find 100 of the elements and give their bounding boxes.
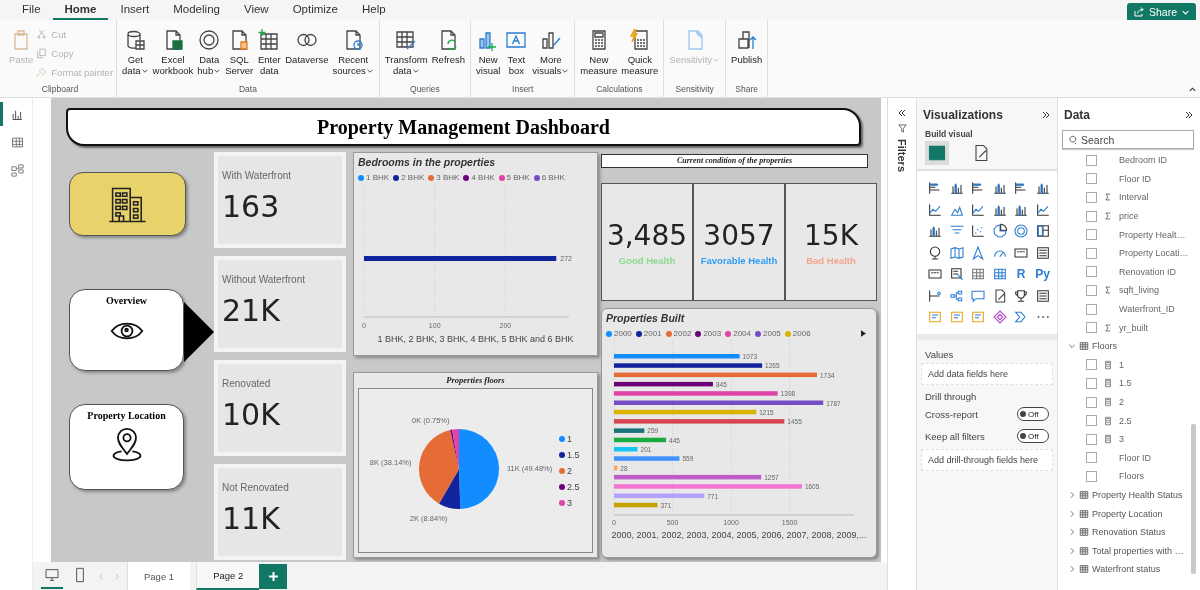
search-field[interactable]: Search [1062, 130, 1194, 149]
ribbon-button[interactable]: Enter data [255, 26, 284, 84]
visual-type-button[interactable]: R [1016, 267, 1026, 282]
legend-item[interactable]: 2002 [665, 329, 692, 338]
ribbon-button[interactable]: Publish [729, 26, 765, 84]
ribbon-button[interactable]: SQL Server [223, 26, 256, 84]
field-item[interactable]: 2 [1058, 392, 1200, 412]
drill-through-field[interactable]: Add drill-through fields here [921, 448, 1053, 471]
chevron-right-icon[interactable] [1068, 546, 1076, 555]
treemap-icon[interactable] [1034, 223, 1051, 240]
table-item[interactable]: Property Location [1058, 504, 1200, 523]
ribbon-button[interactable]: Get data [120, 26, 151, 84]
legend-item[interactable]: 4 BHK [463, 173, 495, 182]
checkbox[interactable] [1086, 247, 1097, 259]
ribbon-button[interactable]: Data hub [195, 26, 224, 84]
menu-tab[interactable]: View [231, 1, 281, 20]
column-chart-icon[interactable] [927, 223, 943, 240]
checkbox[interactable] [1086, 433, 1097, 445]
table-item[interactable]: Property Health Status [1058, 485, 1200, 505]
diamond-icon[interactable] [991, 309, 1008, 326]
ribbon-button[interactable]: Transform data [382, 26, 430, 84]
ribbon-button[interactable]: Dataverse [283, 26, 331, 84]
kpi-icon[interactable] [927, 287, 943, 304]
chevron-right-icon[interactable] [1068, 491, 1076, 499]
menu-tab[interactable]: Optimize [280, 1, 350, 20]
checkbox[interactable] [1086, 303, 1097, 315]
table-item[interactable]: Waterfront status [1058, 560, 1200, 579]
arrow-icon[interactable] [970, 244, 986, 261]
field-item[interactable]: Property Healt… [1058, 225, 1200, 244]
build-tab[interactable] [925, 141, 949, 165]
legend-item[interactable]: 2006 [784, 329, 811, 338]
table-item[interactable]: Floors [1058, 336, 1200, 356]
field-item[interactable]: Floor ID [1058, 169, 1200, 189]
legend-item[interactable]: 2001 [635, 329, 662, 338]
ribbon-button[interactable]: New visual [474, 26, 503, 84]
checkbox[interactable] [1086, 284, 1097, 296]
legend-item[interactable]: 3 BHK [428, 173, 460, 182]
ribbon-button[interactable]: Refresh [429, 26, 467, 84]
ribbon-button[interactable]: New measure [578, 26, 620, 84]
legend-item[interactable]: 2005 [755, 329, 781, 338]
ribbon-button[interactable]: Excel workbook [150, 26, 196, 84]
legend-item[interactable]: 2 [559, 465, 580, 476]
nav-button[interactable]: Overview [69, 289, 184, 371]
field-item[interactable]: Floors [1058, 467, 1200, 486]
field-item[interactable]: sqft_living [1058, 281, 1200, 300]
collapse-icon[interactable] [1041, 110, 1051, 120]
collapse-icon[interactable] [1184, 110, 1194, 120]
donut-chart-icon[interactable] [1013, 223, 1029, 240]
column-chart-icon[interactable] [948, 180, 965, 197]
field-item[interactable]: Property Locati… [1058, 243, 1200, 263]
field-item[interactable]: 3 [1058, 429, 1200, 449]
legend-item[interactable]: 2000 [606, 329, 632, 338]
map-icon[interactable] [948, 244, 965, 261]
checkbox[interactable] [1086, 229, 1097, 241]
chevron-down-icon[interactable] [1068, 342, 1076, 351]
field-item[interactable]: price [1058, 206, 1200, 226]
field-item[interactable]: Floor ID [1058, 448, 1200, 468]
checkbox[interactable] [1086, 210, 1097, 222]
chevron-right-icon[interactable] [1068, 565, 1076, 574]
collapse-ribbon-icon[interactable] [1188, 85, 1197, 94]
field-item[interactable]: 2.5 [1058, 411, 1200, 430]
chevron-right-icon[interactable] [1068, 528, 1076, 537]
legend-item[interactable]: 2003 [695, 329, 722, 338]
filters-pane[interactable]: Filters [887, 98, 916, 590]
checkbox[interactable] [1086, 396, 1097, 408]
checkbox[interactable] [1086, 322, 1097, 334]
page-tab[interactable]: Page 1 [127, 562, 191, 590]
column-chart-icon[interactable] [991, 180, 1008, 197]
scrollbar[interactable] [1191, 424, 1196, 574]
legend-item[interactable]: 2.5 [559, 481, 580, 492]
legend-item[interactable]: 1 BHK [358, 173, 390, 182]
field-item[interactable]: Interval [1058, 188, 1200, 207]
pie-chart-icon[interactable] [991, 223, 1008, 240]
slicer-icon[interactable] [948, 266, 965, 283]
ribbon-button[interactable]: Quick measure [619, 26, 661, 84]
checkbox[interactable] [1086, 415, 1097, 427]
line-chart-icon[interactable] [970, 201, 986, 218]
values-field[interactable]: Add data fields here [921, 362, 1053, 385]
add-page-button[interactable] [259, 563, 288, 589]
visual-type-button[interactable]: Py [1035, 267, 1050, 282]
line-chart-icon[interactable] [1034, 201, 1051, 218]
field-item[interactable]: Bedroom ID [1058, 151, 1200, 170]
ribbon-button[interactable]: More visuals [530, 26, 572, 84]
checkbox[interactable] [1086, 173, 1097, 185]
legend-item[interactable]: 6 BHK [533, 173, 565, 182]
field-item[interactable]: 1.5 [1058, 374, 1200, 393]
legend-item[interactable]: 2 BHK [393, 173, 425, 182]
legend-item[interactable]: 1.5 [559, 449, 580, 460]
field-item[interactable]: yr_built [1058, 318, 1200, 337]
list-icon[interactable] [1034, 287, 1051, 304]
checkbox[interactable] [1086, 452, 1097, 464]
legend-item[interactable]: 5 BHK [498, 173, 530, 182]
nav-button[interactable]: Property Location [69, 404, 184, 490]
ribbon-button[interactable]: Text box [502, 26, 531, 84]
globe-icon[interactable] [927, 244, 943, 261]
legend-item[interactable]: 3 [559, 497, 580, 508]
legend-item[interactable]: 2004 [725, 329, 751, 338]
table-item[interactable]: Renovation Status [1058, 522, 1200, 542]
checkbox[interactable] [1086, 359, 1097, 371]
trophy-icon[interactable] [1013, 287, 1029, 304]
